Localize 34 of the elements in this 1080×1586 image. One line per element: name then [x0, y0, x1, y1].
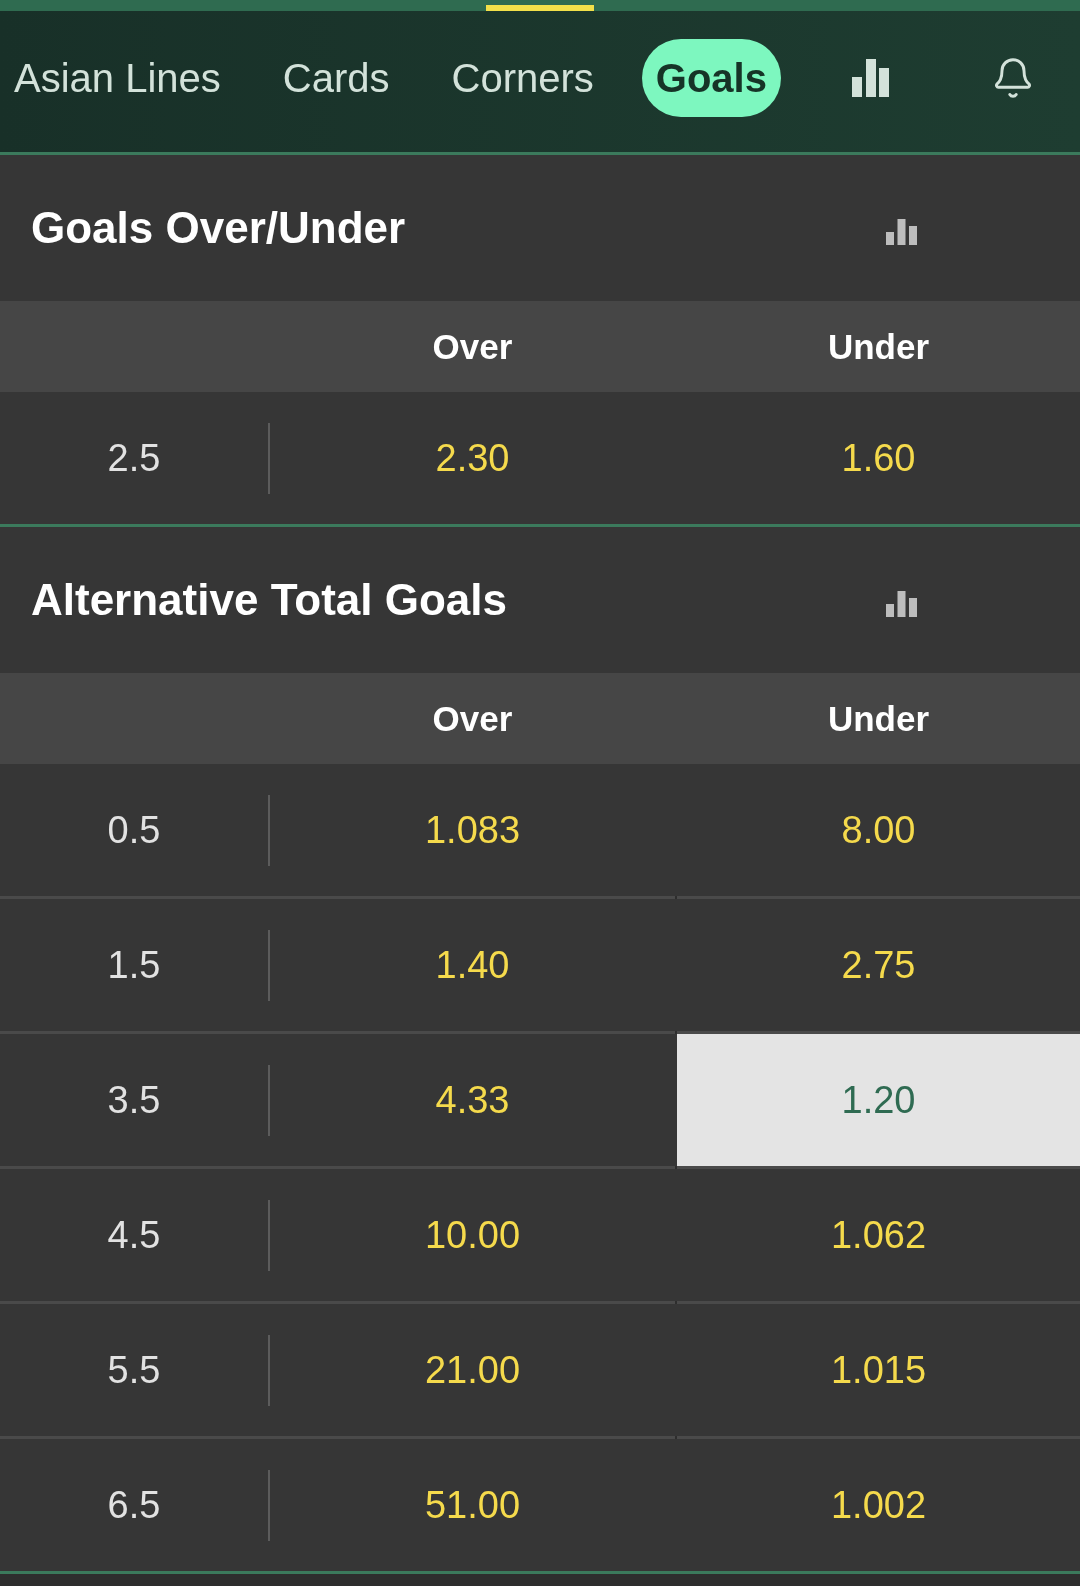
odds-button[interactable]: 1.20 — [677, 1034, 1080, 1166]
line-value: 6.5 — [107, 1486, 161, 1524]
odds-button[interactable]: 4.33 — [270, 1034, 675, 1166]
odds-button[interactable]: 1.60 — [677, 392, 1080, 524]
odds-button[interactable]: 2.75 — [677, 899, 1080, 1031]
market-tab[interactable]: Goals — [641, 38, 781, 117]
market-title: Goals Over/Under — [31, 206, 406, 250]
market-tab[interactable]: Asian Lines — [0, 38, 235, 117]
column-heading: Over — [432, 329, 513, 364]
bar-chart-icon[interactable] — [886, 219, 917, 245]
market-tab[interactable]: Cards — [268, 38, 404, 117]
odds-button[interactable]: 2.30 — [270, 392, 675, 524]
line-value: 0.5 — [107, 811, 161, 849]
line-value: 3.5 — [107, 1081, 161, 1119]
odds-button[interactable]: 1.002 — [677, 1439, 1080, 1571]
bar-chart-icon[interactable] — [851, 58, 889, 97]
column-heading: Under — [827, 701, 930, 736]
odds-button[interactable]: 8.00 — [677, 764, 1080, 896]
line-value: 2.5 — [107, 439, 161, 477]
odds-button[interactable]: 1.015 — [677, 1304, 1080, 1436]
odds-button[interactable]: 1.062 — [677, 1169, 1080, 1301]
line-value: 4.5 — [107, 1216, 161, 1254]
odds-button[interactable]: 51.00 — [270, 1439, 675, 1571]
column-heading: Under — [827, 329, 930, 364]
odds-button[interactable]: 21.00 — [270, 1304, 675, 1436]
market-tab[interactable]: Corners — [437, 38, 608, 117]
column-heading: Over — [432, 701, 513, 736]
odds-button[interactable]: 1.40 — [270, 899, 675, 1031]
odds-button[interactable]: 1.083 — [270, 764, 675, 896]
line-value: 1.5 — [107, 946, 161, 984]
line-value: 5.5 — [107, 1351, 161, 1389]
market-title: Alternative Total Goals — [31, 578, 507, 622]
bar-chart-icon[interactable] — [886, 591, 917, 617]
odds-button[interactable]: 10.00 — [270, 1169, 675, 1301]
